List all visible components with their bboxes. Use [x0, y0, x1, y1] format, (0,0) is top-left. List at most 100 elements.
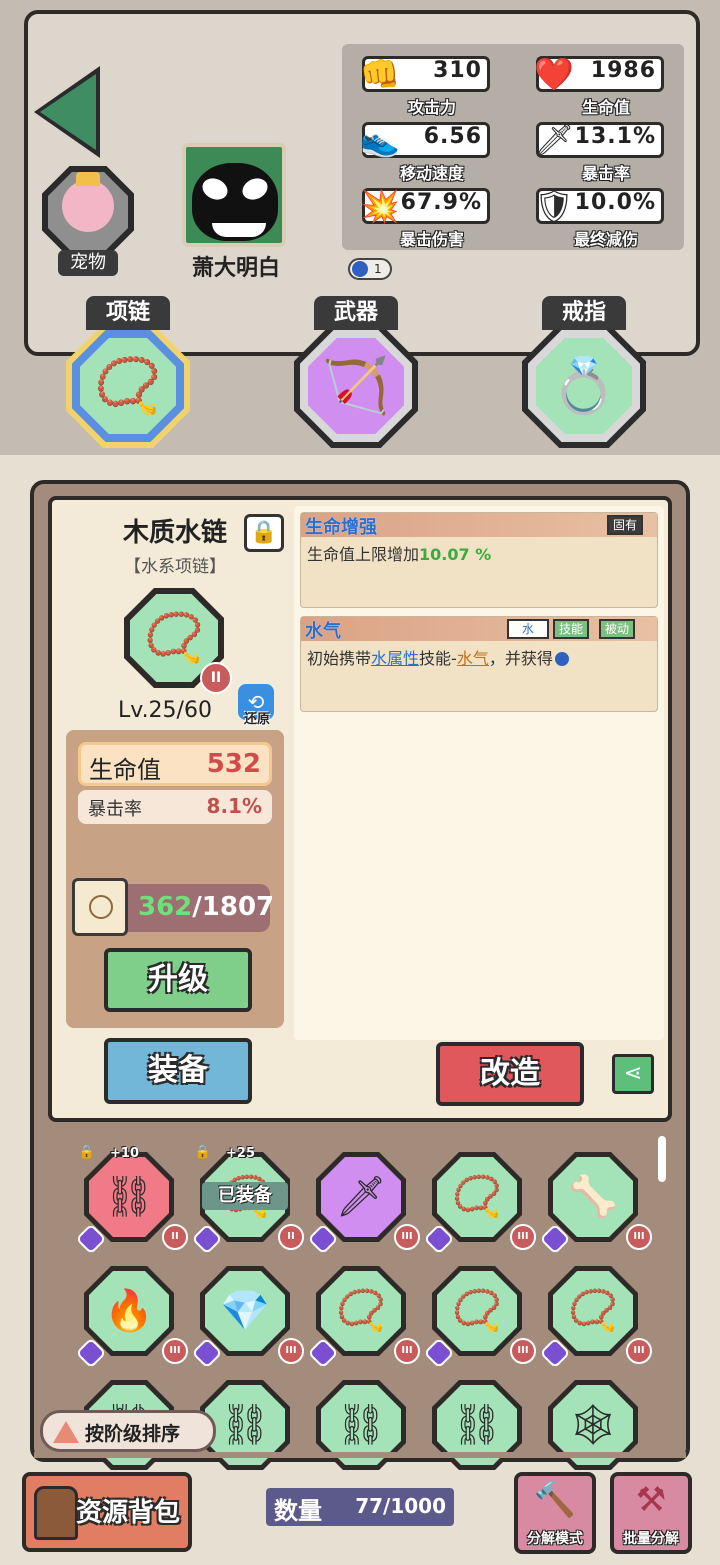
- shoe-icon: 👟: [360, 121, 400, 159]
- item-icon: 📿: [452, 1288, 502, 1334]
- stat-value: 67.9%: [400, 190, 482, 215]
- upgrade-button[interactable]: 升级: [104, 948, 252, 1012]
- explosion-icon: 💥: [360, 187, 400, 225]
- affix-tag: 被动: [599, 619, 636, 639]
- sort-by-tier-button[interactable]: 按阶级排序: [40, 1410, 216, 1452]
- item-level: Lv.25/60: [118, 698, 212, 723]
- triangle-icon: [53, 1421, 79, 1443]
- anvil-icon: ⚒: [635, 1480, 667, 1520]
- tier-badge: III: [278, 1338, 304, 1364]
- tier-badge: III: [162, 1338, 188, 1364]
- item-name: 木质水链: [122, 518, 227, 548]
- item-icon: 💎: [220, 1288, 270, 1334]
- resource-bag-button[interactable]: 资源背包: [22, 1472, 192, 1552]
- batch-disassemble-button[interactable]: ⚒ 批量分解: [610, 1472, 692, 1554]
- diamond-ring-icon: 💍: [550, 354, 618, 417]
- tier-badge: II: [162, 1224, 188, 1250]
- inventory-item[interactable]: 📿 III: [307, 1266, 420, 1369]
- stat-value: 13.1%: [574, 124, 656, 149]
- affix-title: 生命增强: [305, 517, 377, 538]
- tier-badge: III: [394, 1338, 420, 1364]
- tier-badge: III: [510, 1338, 536, 1364]
- item-subtitle: 【水系项链】: [124, 557, 226, 577]
- disassemble-mode-button[interactable]: 🔨 分解模式: [514, 1472, 596, 1554]
- back-button[interactable]: [30, 62, 110, 162]
- inventory-item[interactable]: 📿 III: [539, 1266, 652, 1369]
- share-button[interactable]: ⋖: [612, 1054, 654, 1094]
- stat-value: 310: [433, 58, 482, 83]
- item-count: 数量 77/1000: [266, 1488, 454, 1526]
- stat-label: 攻击力: [407, 98, 456, 117]
- share-icon: ⋖: [623, 1061, 643, 1086]
- inventory-item[interactable]: 🗡 III: [307, 1152, 420, 1255]
- main-attribute: 生命值 532: [78, 742, 272, 786]
- stat-label: 最终减伤: [573, 230, 638, 249]
- inventory-item[interactable]: 📿 II🔒+25已装备: [191, 1145, 304, 1255]
- reforge-button[interactable]: 改造: [436, 1042, 584, 1106]
- affix-title: 水气: [305, 621, 341, 642]
- affix-tag: 技能: [553, 619, 590, 639]
- sub-attribute: 暴击率 8.1%: [78, 790, 272, 824]
- lock-icon: 🔒: [78, 1145, 96, 1160]
- tier-badge: II: [200, 662, 232, 694]
- inventory-item[interactable]: 🦴 III: [539, 1152, 652, 1255]
- lock-icon: 🔒: [250, 520, 278, 545]
- scroll-icon: [72, 878, 128, 936]
- item-icon: 🗡: [335, 1174, 387, 1220]
- pet-label: 宠物: [58, 250, 118, 276]
- backpack-icon: [34, 1486, 78, 1540]
- affix-card: 生命增强 固有 生命值上限增加10.07 %: [300, 512, 658, 608]
- item-icon: ⛓: [103, 1174, 155, 1220]
- slot-label: 项链: [86, 296, 170, 330]
- stat-label: 暴击伤害: [399, 230, 464, 249]
- item-icon: 📿: [336, 1288, 386, 1334]
- stat-3: 🗡 13.1% 暴击率: [534, 121, 666, 183]
- stat-5: 🛡 10.0% 最终减伤: [534, 187, 666, 249]
- heart-icon: ❤️: [534, 55, 574, 93]
- stat-1: ❤️ 1986 生命值: [534, 55, 666, 117]
- affix-card: 水气 水 技能 被动 初始携带水属性技能-水气，并获得: [300, 616, 658, 712]
- inventory-item[interactable]: 💎 III: [191, 1266, 304, 1369]
- inventory-item[interactable]: 🔥 III: [75, 1266, 188, 1369]
- slot-tab-2[interactable]: 💍 戒指: [522, 296, 646, 448]
- slot-tab-0[interactable]: 📿 项链: [66, 296, 190, 448]
- stat-value: 10.0%: [574, 190, 656, 215]
- back-arrow-icon: [40, 74, 96, 150]
- equip-button[interactable]: 装备: [104, 1038, 252, 1104]
- stat-0: 👊 310 攻击力: [360, 55, 492, 117]
- water-drop-icon: [352, 261, 368, 277]
- enhance-level: +10: [110, 1146, 139, 1161]
- fist-icon: 👊: [360, 55, 400, 93]
- inventory-item[interactable]: 📿 III: [423, 1152, 536, 1255]
- inventory-item[interactable]: ⛓ II 🔒 +10: [75, 1145, 188, 1255]
- venom-avatar-icon: [192, 163, 278, 241]
- stat-label: 暴击率: [581, 164, 630, 183]
- player-name: 萧大明白: [191, 256, 280, 281]
- affix-tag: 固有: [606, 515, 643, 535]
- enhance-level: +25: [226, 1146, 255, 1161]
- lock-button[interactable]: 🔒: [244, 514, 284, 552]
- item-icon: 🦴: [568, 1174, 618, 1220]
- player-avatar[interactable]: [182, 143, 286, 247]
- stat-label: 生命值: [581, 98, 630, 117]
- bow-icon: 🏹: [322, 354, 390, 417]
- upgrade-material-bar: 362/1807: [118, 884, 274, 932]
- inventory-item[interactable]: 📿 III: [423, 1266, 536, 1369]
- restore-label: 还原: [243, 712, 270, 727]
- hammer-icon: 🔨: [533, 1480, 577, 1520]
- equipped-badge: 已装备: [202, 1182, 288, 1210]
- slot-label: 戒指: [542, 296, 626, 330]
- stat-label: 移动速度: [399, 164, 464, 183]
- stat-4: 💥 67.9% 暴击伤害: [360, 187, 492, 249]
- affix-description: 初始携带水属性技能-水气，并获得: [307, 645, 569, 669]
- tier-badge: III: [626, 1224, 652, 1250]
- tier-badge: III: [626, 1338, 652, 1364]
- slot-tab-1[interactable]: 🏹 武器: [294, 296, 418, 448]
- tier-badge: III: [510, 1224, 536, 1250]
- sword-icon: 🗡: [533, 121, 575, 159]
- water-drop-icon: [554, 652, 569, 666]
- affix-tag: 水: [507, 619, 549, 639]
- item-icon: 🔥: [104, 1288, 154, 1334]
- stat-value: 1986: [590, 58, 656, 83]
- inventory-scrollbar[interactable]: [658, 1136, 666, 1182]
